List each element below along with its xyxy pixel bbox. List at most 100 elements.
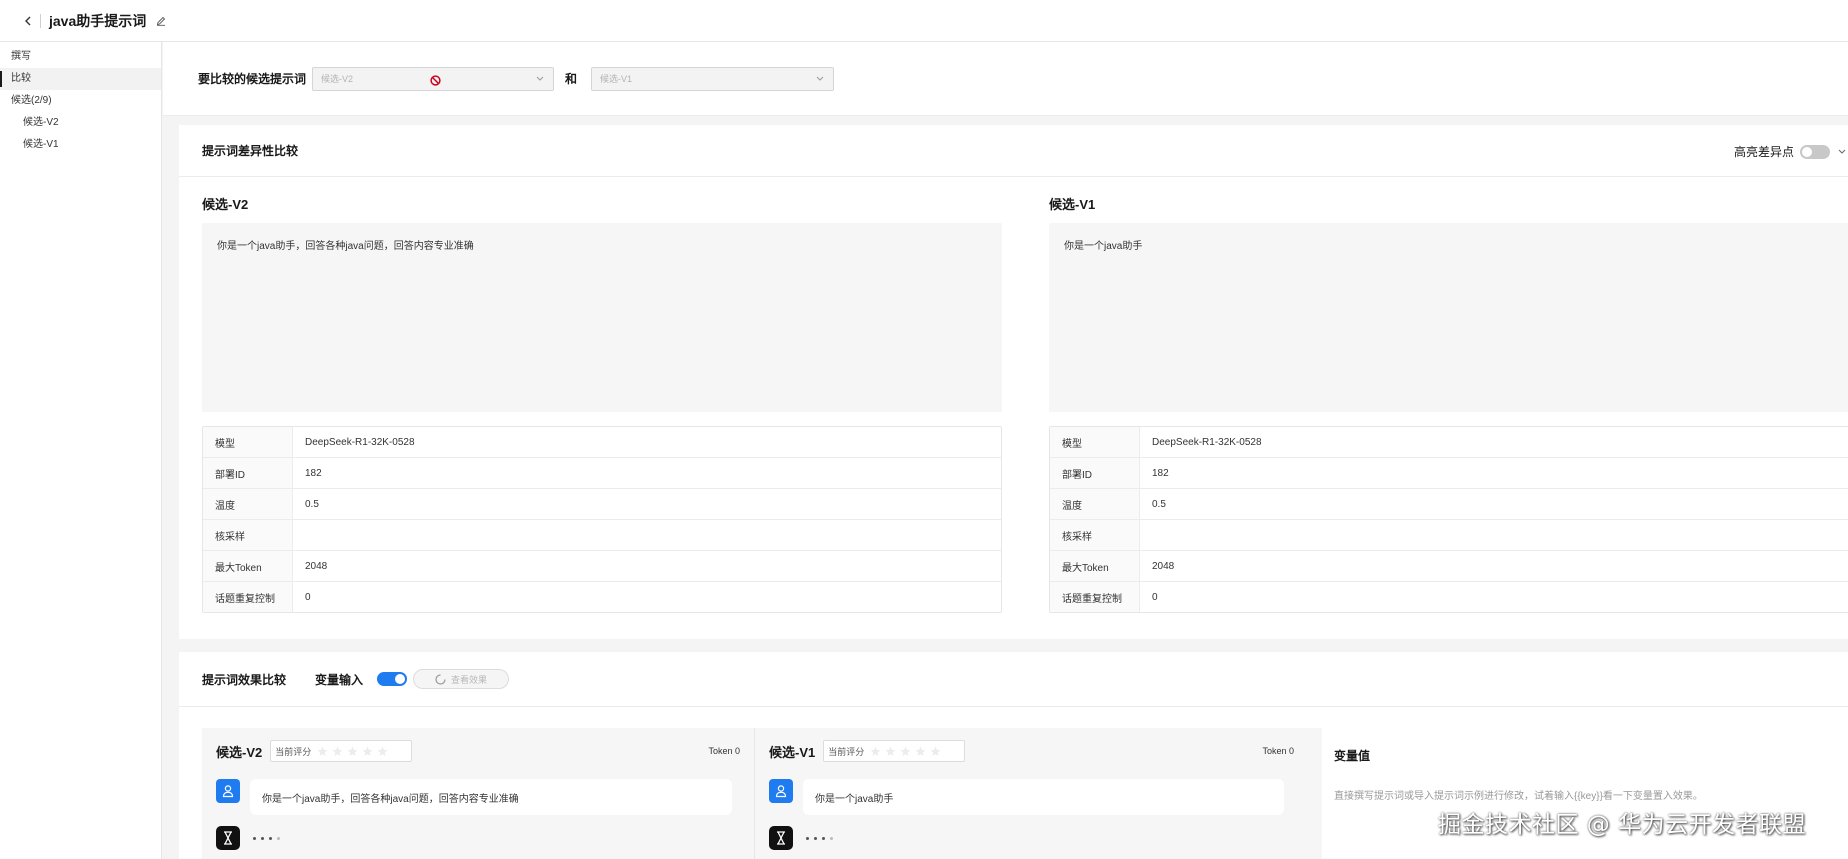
message-bubble: 你是一个java助手，回答各种java问题，回答内容专业准确 [250,779,732,815]
sidebar-item-candidates[interactable]: 候选(2/9) [0,90,161,112]
compare-label: 要比较的候选提示词 [198,72,307,86]
param-value: 182 [1152,467,1169,479]
candidate-select-left[interactable]: 候选-V2 [312,66,555,91]
param-value: 2048 [305,560,328,572]
sidebar-item-compare[interactable]: 比较 [0,68,161,90]
star-icon[interactable] [332,746,343,757]
main-content: 要比较的候选提示词 候选-V2 和 候选-V1 提示词差异性比较 高亮差异点 候… [163,42,1848,859]
sidebar-item-candidate-v1[interactable]: 候选-V1 [0,134,161,156]
result-comparison: 候选-V2 当前评分 Token 0 你是一个java助手，回答各种java问题… [202,728,1322,859]
star-icon[interactable] [362,746,373,757]
star-icon[interactable] [317,746,328,757]
user-avatar-icon [216,779,240,803]
edit-icon[interactable] [156,16,166,26]
candidate-name: 候选-V2 [202,197,249,212]
result-header: 候选-V1 当前评分 Token 0 [769,740,1294,762]
diff-panel-header: 提示词差异性比较 高亮差异点 [179,125,1848,177]
effect-panel-header: 提示词效果比较 变量输入 查看效果 [179,652,1848,707]
param-value: 0 [1152,591,1158,603]
table-row: 话题重复控制 0 [203,582,1001,612]
star-icon[interactable] [870,746,881,757]
highlight-diff-control: 高亮差异点 [1734,143,1848,160]
param-key: 最大Token [1050,551,1140,581]
result-column-right: 候选-V1 当前评分 Token 0 你是一个java助手 [755,728,1308,859]
variable-input-label: 变量输入 [315,672,364,687]
param-key: 最大Token [203,551,293,581]
star-icon[interactable] [347,746,358,757]
variable-values-section: 变量值 直接撰写提示词或导入提示词示例进行修改，试着输入{{key}}看一下变量… [1334,728,1848,859]
assistant-message [769,826,833,850]
param-value: DeepSeek-R1-32K-0528 [1152,436,1262,448]
param-key: 话题重复控制 [203,582,293,612]
param-table: 模型 DeepSeek-R1-32K-0528 部署ID 182 温度 0.5 核采样… [202,426,1002,613]
star-icon[interactable] [915,746,926,757]
result-candidate-name: 候选-V2 [216,744,263,760]
rating-label: 当前评分 [828,746,865,757]
prompt-text: 你是一个java助手 [1049,223,1848,412]
param-value: 0.5 [1152,498,1166,510]
rating-box: 当前评分 [823,740,966,762]
table-row: 温度 0.5 [203,489,1001,520]
table-row: 核采样 [203,520,1001,551]
not-allowed-icon [430,74,441,88]
variable-values-hint: 直接撰写提示词或导入提示词示例进行修改，试着输入{{key}}看一下变量置入效果… [1334,791,1703,802]
param-table: 模型 DeepSeek-R1-32K-0528 部署ID 182 温度 0.5 核采样… [1049,426,1848,613]
diff-column-left: 候选-V2 你是一个java助手，回答各种java问题，回答内容专业准确 模型 D… [202,177,1002,613]
param-value: 182 [305,467,322,479]
table-row: 部署ID 182 [1050,458,1848,489]
star-icon[interactable] [900,746,911,757]
candidate-select-right[interactable]: 候选-V1 [591,66,835,91]
compare-selector-bar: 要比较的候选提示词 候选-V2 和 候选-V1 [163,42,1848,116]
table-row: 最大Token 2048 [1050,551,1848,582]
typing-indicator [253,836,280,840]
param-key: 温度 [203,489,293,519]
candidate-name: 候选-V1 [1049,197,1096,212]
token-count: Token 0 [1262,746,1294,756]
message-bubble: 你是一个java助手 [803,779,1284,815]
diff-panel-title: 提示词差异性比较 [202,144,299,158]
result-header: 候选-V2 当前评分 Token 0 [216,740,740,762]
highlight-diff-label: 高亮差异点 [1733,145,1794,159]
sidebar-item-write[interactable]: 撰写 [0,46,161,68]
chevron-left-icon[interactable] [22,15,34,27]
result-column-left: 候选-V2 当前评分 Token 0 你是一个java助手，回答各种java问题… [202,728,755,859]
select-left-value: 候选-V2 [321,74,354,84]
rating-box: 当前评分 [270,740,413,762]
param-key: 部署ID [1050,458,1140,488]
watermark: 掘金技术社区 @ 华为云开发者联盟 [1438,812,1807,838]
param-value [1140,520,1848,550]
chevron-down-icon [815,74,825,84]
param-value: 0.5 [305,498,319,510]
and-label: 和 [565,72,578,86]
param-key: 模型 [203,427,293,457]
prompt-diff-panel: 提示词差异性比较 高亮差异点 候选-V2 你是一个java助手，回答各种java… [179,125,1848,639]
sidebar-item-candidate-v2[interactable]: 候选-V2 [0,112,161,134]
effect-panel-title: 提示词效果比较 [202,672,287,687]
star-icon[interactable] [377,746,388,757]
view-effect-button[interactable]: 查看效果 [413,669,510,689]
param-key: 话题重复控制 [1050,582,1140,612]
rating-stars[interactable] [317,746,388,757]
sidebar: 撰写 比较 候选(2/9) 候选-V2 候选-V1 [0,42,162,859]
star-icon[interactable] [930,746,941,757]
param-key: 温度 [1050,489,1140,519]
table-row: 温度 0.5 [1050,489,1848,520]
highlight-diff-toggle[interactable] [1800,144,1830,159]
star-icon[interactable] [885,746,896,757]
title-divider [40,13,41,28]
param-key: 核采样 [1050,520,1140,550]
rating-stars[interactable] [870,746,941,757]
select-right-value: 候选-V1 [600,74,633,84]
table-row: 核采样 [1050,520,1848,551]
chevron-down-icon[interactable] [1838,149,1848,154]
param-key: 部署ID [203,458,293,488]
param-value [293,520,1001,550]
variable-input-toggle[interactable] [377,672,408,686]
table-row: 模型 DeepSeek-R1-32K-0528 [1050,427,1848,458]
table-row: 模型 DeepSeek-R1-32K-0528 [203,427,1001,458]
rating-label: 当前评分 [275,746,312,757]
param-key: 核采样 [203,520,293,550]
result-candidate-name: 候选-V1 [769,744,816,760]
user-avatar-icon [769,779,793,803]
user-message: 你是一个java助手，回答各种java问题，回答内容专业准确 [216,779,732,815]
